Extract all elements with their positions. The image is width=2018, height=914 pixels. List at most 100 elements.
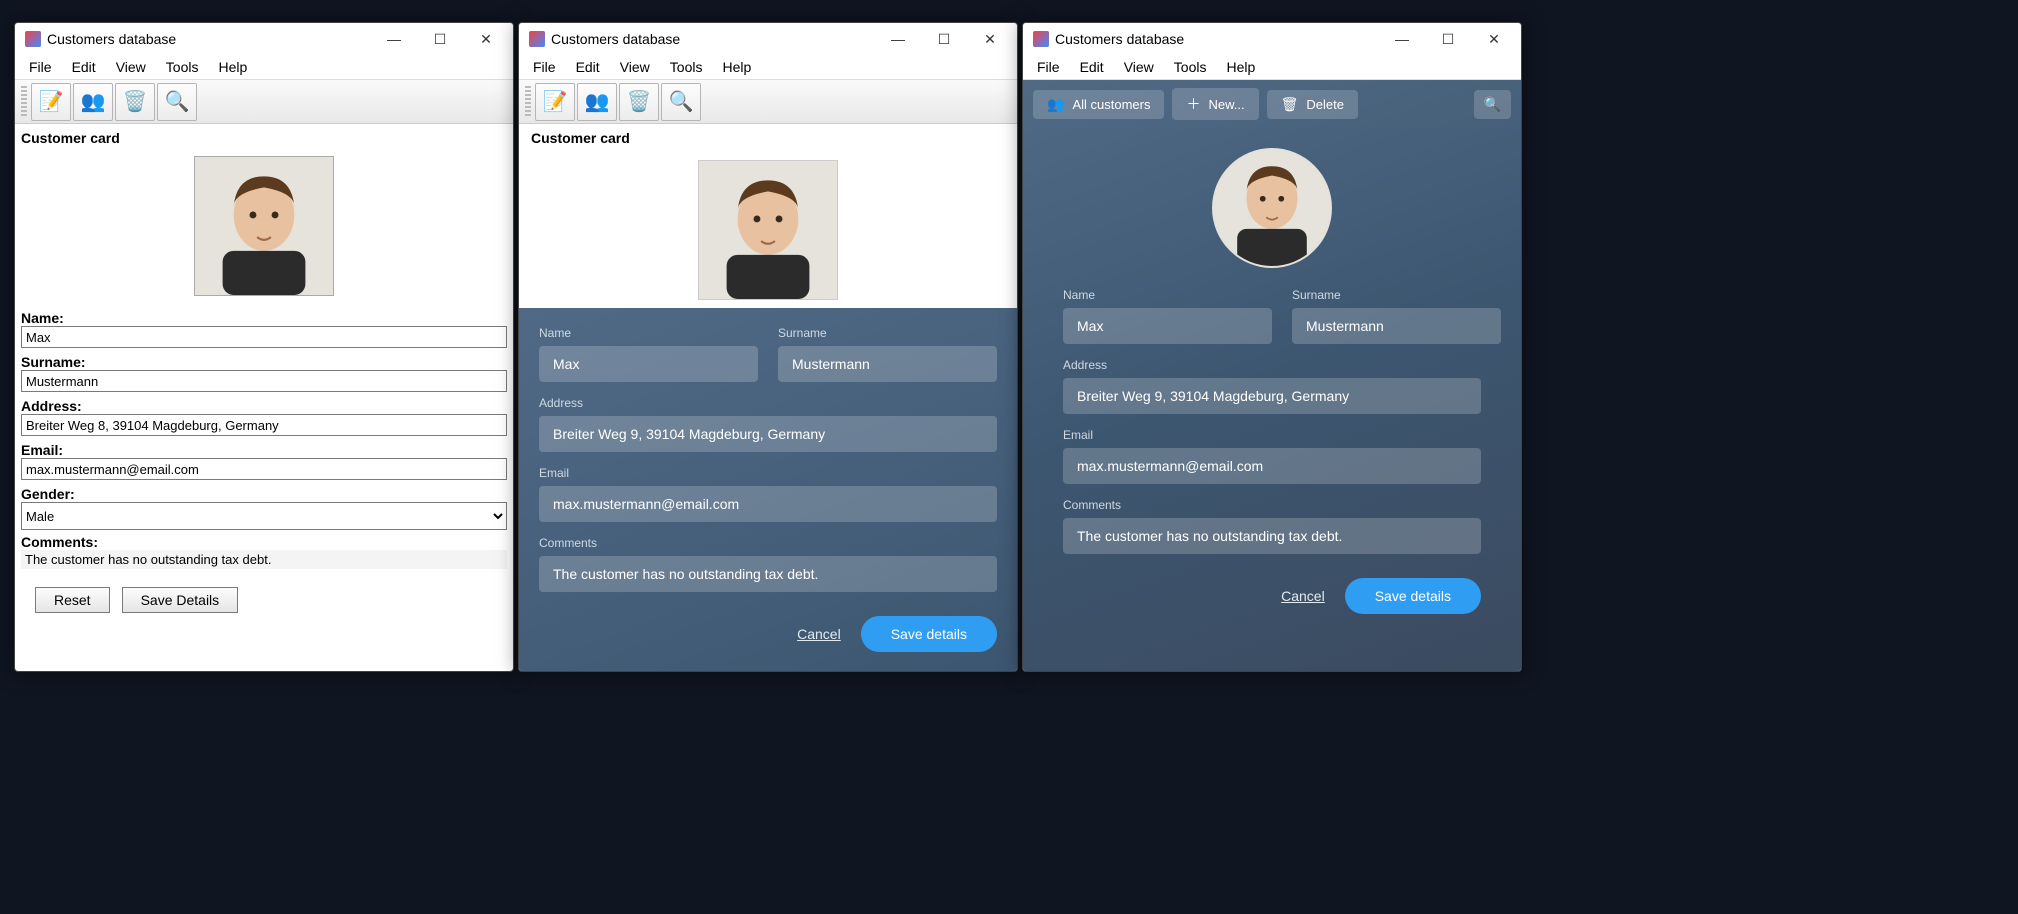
users-icon[interactable]: 👥 bbox=[577, 83, 617, 121]
comments-input[interactable] bbox=[1063, 518, 1481, 554]
address-label: Address: bbox=[21, 398, 507, 414]
comments-text: The customer has no outstanding tax debt… bbox=[21, 550, 507, 569]
minimize-button[interactable]: — bbox=[1379, 23, 1425, 55]
surname-input[interactable] bbox=[21, 370, 507, 392]
address-input[interactable] bbox=[21, 414, 507, 436]
menu-view[interactable]: View bbox=[1114, 55, 1164, 79]
cancel-button[interactable]: Cancel bbox=[797, 626, 841, 642]
titlebar: Customers database — ☐ ✕ bbox=[15, 23, 513, 55]
menu-help[interactable]: Help bbox=[1216, 55, 1265, 79]
reset-button[interactable]: Reset bbox=[35, 587, 110, 613]
menu-file[interactable]: File bbox=[523, 55, 566, 79]
toolbar: 📝 👥 🗑️ 🔍 bbox=[15, 80, 513, 124]
delete-button[interactable]: 🗑 Delete bbox=[1267, 90, 1358, 119]
menu-edit[interactable]: Edit bbox=[62, 55, 106, 79]
menu-tools[interactable]: Tools bbox=[1164, 55, 1217, 79]
maximize-button[interactable]: ☐ bbox=[417, 23, 463, 55]
form: Name Surname Address Email Comments Canc… bbox=[519, 308, 1017, 671]
address-input[interactable] bbox=[1063, 378, 1481, 414]
trash-icon[interactable]: 🗑️ bbox=[115, 83, 155, 121]
menu-edit[interactable]: Edit bbox=[566, 55, 610, 79]
menu-file[interactable]: File bbox=[19, 55, 62, 79]
menu-view[interactable]: View bbox=[610, 55, 660, 79]
trash-icon[interactable]: 🗑️ bbox=[619, 83, 659, 121]
window-hybrid: Customers database — ☐ ✕ File Edit View … bbox=[518, 22, 1018, 672]
toolbar-grip bbox=[21, 86, 27, 118]
customer-photo bbox=[194, 156, 334, 296]
name-label: Name bbox=[539, 326, 758, 340]
toolbar: 📝 👥 🗑️ 🔍 bbox=[519, 80, 1017, 124]
surname-label: Surname: bbox=[21, 354, 507, 370]
close-button[interactable]: ✕ bbox=[1471, 23, 1517, 55]
maximize-button[interactable]: ☐ bbox=[921, 23, 967, 55]
toolbar: 👥 All customers ＋ New... 🗑 Delete 🔍 bbox=[1023, 80, 1521, 128]
customer-card: Customer card Name Surname Address Email bbox=[519, 124, 1017, 671]
maximize-button[interactable]: ☐ bbox=[1425, 23, 1471, 55]
name-label: Name bbox=[1063, 288, 1272, 302]
titlebar: Customers database — ☐ ✕ bbox=[519, 23, 1017, 55]
surname-label: Surname bbox=[778, 326, 997, 340]
email-input[interactable] bbox=[539, 486, 997, 522]
titlebar: Customers database — ☐ ✕ bbox=[1023, 23, 1521, 55]
name-input[interactable] bbox=[539, 346, 758, 382]
menu-tools[interactable]: Tools bbox=[660, 55, 713, 79]
menu-help[interactable]: Help bbox=[208, 55, 257, 79]
menu-view[interactable]: View bbox=[106, 55, 156, 79]
surname-label: Surname bbox=[1292, 288, 1501, 302]
menubar: File Edit View Tools Help bbox=[1023, 55, 1521, 80]
save-details-button[interactable]: Save details bbox=[1345, 578, 1481, 614]
window-title: Customers database bbox=[47, 31, 371, 47]
trash-icon: 🗑 bbox=[1281, 96, 1299, 113]
minimize-button[interactable]: — bbox=[371, 23, 417, 55]
new-button[interactable]: ＋ New... bbox=[1172, 88, 1258, 120]
email-label: Email bbox=[539, 466, 997, 480]
comments-label: Comments bbox=[539, 536, 997, 550]
cancel-button[interactable]: Cancel bbox=[1281, 588, 1325, 604]
close-button[interactable]: ✕ bbox=[463, 23, 509, 55]
name-label: Name: bbox=[21, 310, 507, 326]
app-icon bbox=[1033, 31, 1049, 47]
app-icon bbox=[25, 31, 41, 47]
menu-edit[interactable]: Edit bbox=[1070, 55, 1114, 79]
comments-label: Comments bbox=[1063, 498, 1481, 512]
delete-label: Delete bbox=[1306, 97, 1344, 112]
minimize-button[interactable]: — bbox=[875, 23, 921, 55]
email-label: Email: bbox=[21, 442, 507, 458]
all-customers-label: All customers bbox=[1072, 97, 1150, 112]
new-note-icon[interactable]: 📝 bbox=[31, 83, 71, 121]
surname-input[interactable] bbox=[1292, 308, 1501, 344]
name-input[interactable] bbox=[1063, 308, 1272, 344]
menu-tools[interactable]: Tools bbox=[156, 55, 209, 79]
search-button[interactable]: 🔍 bbox=[1474, 90, 1511, 119]
new-note-icon[interactable]: 📝 bbox=[535, 83, 575, 121]
menubar: File Edit View Tools Help bbox=[15, 55, 513, 80]
customer-card: Customer card Name: Surname: Address: Em… bbox=[15, 124, 513, 619]
window-modern: Customers database — ☐ ✕ File Edit View … bbox=[1022, 22, 1522, 672]
save-details-button[interactable]: Save Details bbox=[122, 587, 239, 613]
address-input[interactable] bbox=[539, 416, 997, 452]
menu-file[interactable]: File bbox=[1027, 55, 1070, 79]
comments-label: Comments: bbox=[21, 534, 507, 550]
menubar: File Edit View Tools Help bbox=[519, 55, 1017, 80]
window-title: Customers database bbox=[551, 31, 875, 47]
search-icon[interactable]: 🔍 bbox=[157, 83, 197, 121]
search-icon[interactable]: 🔍 bbox=[661, 83, 701, 121]
email-input[interactable] bbox=[1063, 448, 1481, 484]
content: 👥 All customers ＋ New... 🗑 Delete 🔍 Name bbox=[1023, 80, 1521, 671]
customer-photo bbox=[698, 160, 838, 300]
save-details-button[interactable]: Save details bbox=[861, 616, 997, 652]
email-label: Email bbox=[1063, 428, 1481, 442]
close-button[interactable]: ✕ bbox=[967, 23, 1013, 55]
email-input[interactable] bbox=[21, 458, 507, 480]
address-label: Address bbox=[539, 396, 997, 410]
gender-select[interactable]: Male bbox=[21, 502, 507, 530]
surname-input[interactable] bbox=[778, 346, 997, 382]
search-icon: 🔍 bbox=[1484, 96, 1501, 113]
menu-help[interactable]: Help bbox=[712, 55, 761, 79]
comments-input[interactable] bbox=[539, 556, 997, 592]
users-icon[interactable]: 👥 bbox=[73, 83, 113, 121]
name-input[interactable] bbox=[21, 326, 507, 348]
section-title: Customer card bbox=[21, 130, 507, 146]
all-customers-button[interactable]: 👥 All customers bbox=[1033, 90, 1164, 119]
form: Name Surname Address Email Comments Canc… bbox=[1023, 288, 1521, 671]
